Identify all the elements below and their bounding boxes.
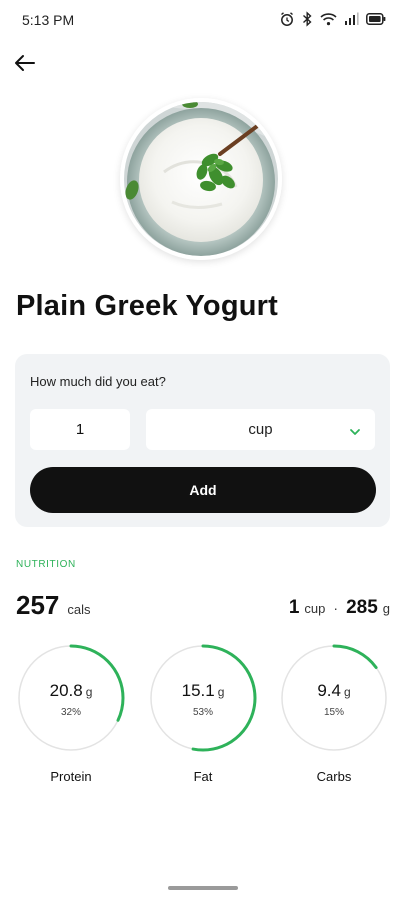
serving-quantity: 1	[288, 597, 300, 618]
serving-unit: cup	[304, 601, 326, 616]
macro-percent: 15%	[323, 707, 344, 718]
macro-ring: 9.4 g 15%	[279, 643, 389, 753]
status-time: 5:13 PM	[22, 12, 75, 28]
macro-carbs: 9.4 g 15% Carbs	[279, 643, 389, 784]
serving-summary: 1 cup · 285 g	[289, 597, 390, 619]
macro-label: Protein	[50, 769, 92, 784]
macro-value: 9.4	[317, 681, 341, 700]
serving-grams-unit: g	[382, 601, 390, 616]
macro-percent: 32%	[60, 707, 81, 718]
alarm-icon	[279, 11, 295, 27]
status-bar: 5:13 PM	[0, 0, 404, 40]
calories-value: 257	[16, 590, 60, 620]
serving-grams: 285	[346, 597, 378, 618]
macro-unit: g	[85, 685, 93, 699]
wifi-icon	[320, 12, 337, 26]
battery-icon	[366, 13, 386, 25]
add-button[interactable]: Add	[30, 467, 376, 513]
macro-fat: 15.1 g 53% Fat	[148, 643, 258, 784]
calories-unit: cals	[67, 602, 91, 617]
quantity-input[interactable]	[30, 409, 130, 450]
macro-unit: g	[217, 685, 225, 699]
macro-protein: 20.8 g 32% Protein	[16, 643, 126, 784]
signal-icon	[344, 12, 359, 26]
macro-value: 20.8	[49, 681, 83, 700]
status-icons	[279, 11, 386, 27]
portion-question: How much did you eat?	[30, 374, 166, 389]
chevron-down-icon	[349, 424, 361, 442]
arrow-left-icon	[15, 55, 35, 71]
macro-label: Carbs	[316, 769, 352, 784]
portion-card: How much did you eat? cup Add	[15, 354, 390, 527]
food-image	[120, 98, 282, 260]
macro-value: 15.1	[181, 681, 215, 700]
back-button[interactable]	[10, 48, 40, 78]
macro-label: Fat	[193, 769, 213, 784]
home-indicator[interactable]	[168, 886, 238, 890]
macro-unit: g	[343, 685, 351, 699]
calories-summary: 257 cals	[16, 590, 91, 621]
food-title: Plain Greek Yogurt	[16, 290, 278, 322]
macro-ring: 15.1 g 53%	[148, 643, 258, 753]
nutrition-heading: NUTRITION	[16, 559, 76, 570]
unit-selected-label: cup	[248, 421, 273, 438]
unit-select[interactable]: cup	[146, 409, 375, 450]
bluetooth-icon	[302, 11, 313, 27]
macro-percent: 53%	[192, 707, 213, 718]
serving-separator: ·	[333, 600, 339, 616]
macro-ring: 20.8 g 32%	[16, 643, 126, 753]
